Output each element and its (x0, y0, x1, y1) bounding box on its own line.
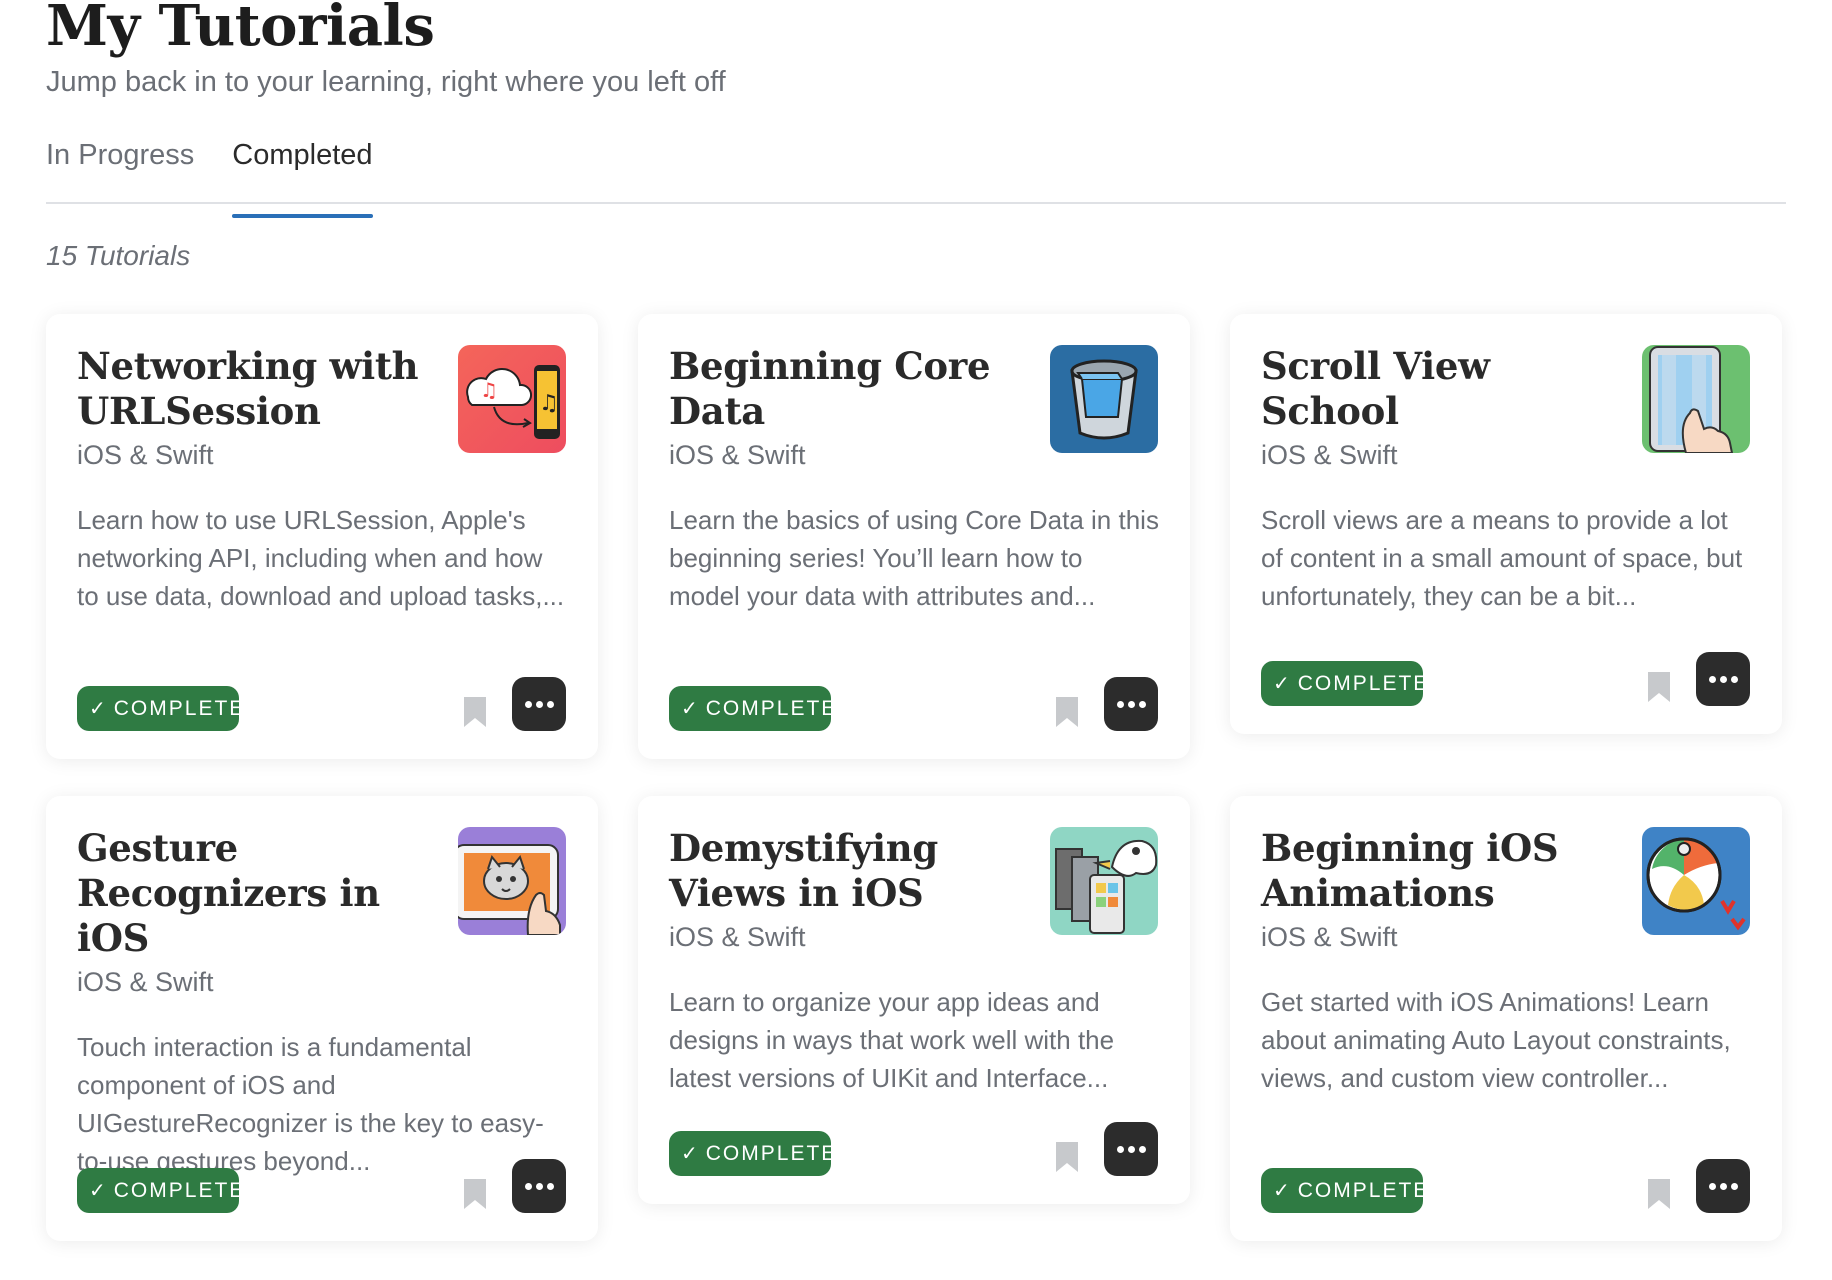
complete-label: COMPLETE (1297, 1178, 1430, 1202)
tab-completed[interactable]: Completed (232, 139, 373, 218)
complete-label: COMPLETE (1297, 671, 1430, 695)
card-title[interactable]: Beginning iOS Animations (1261, 826, 1621, 916)
card-description: Learn to organize your app ideas and des… (669, 987, 1115, 1093)
tab-bar: In Progress Completed (46, 139, 1786, 218)
bookmark-icon[interactable] (1648, 672, 1670, 702)
more-options-button[interactable] (512, 1159, 566, 1213)
tutorial-card[interactable]: Demystifying Views in iOS iOS & Swift Le… (638, 796, 1190, 1204)
more-options-button[interactable] (512, 677, 566, 731)
complete-badge: ✓ COMPLETE (669, 1131, 835, 1176)
complete-label: COMPLETE (705, 696, 838, 720)
tutorial-count: 15 Tutorials (46, 240, 191, 271)
check-icon: ✓ (1273, 673, 1290, 695)
page-subtitle: Jump back in to your learning, right whe… (46, 66, 726, 98)
card-category: iOS & Swift (77, 967, 214, 997)
page-title: My Tutorials (46, 0, 435, 59)
complete-badge: ✓ COMPLETE (77, 1168, 243, 1213)
cloud-to-phone-music-icon: ♫ ♫ (458, 345, 566, 453)
tutorial-card[interactable]: Scroll View School iOS & Swift Scroll vi… (1230, 314, 1782, 734)
bookmark-icon[interactable] (1056, 697, 1078, 727)
bookmark-icon[interactable] (1648, 1179, 1670, 1209)
card-description: Learn how to use URLSession, Apple's net… (77, 505, 565, 611)
cat-on-tablet-icon (458, 827, 566, 935)
card-footer: ✓ COMPLETE (1261, 1159, 1750, 1213)
check-icon: ✓ (89, 1180, 106, 1202)
card-footer: ✓ COMPLETE (669, 677, 1158, 731)
tutorial-card[interactable]: Networking with URLSession iOS & Swift L… (46, 314, 598, 759)
more-options-button[interactable] (1696, 1159, 1750, 1213)
tutorial-card[interactable]: Beginning Core Data iOS & Swift Learn th… (638, 314, 1190, 759)
card-title[interactable]: Demystifying Views in iOS (669, 826, 1029, 916)
bookmark-icon[interactable] (464, 1179, 486, 1209)
card-title[interactable]: Scroll View School (1261, 344, 1621, 434)
check-icon: ✓ (89, 698, 106, 720)
card-title[interactable]: Gesture Recognizers in iOS (77, 826, 437, 961)
complete-label: COMPLETE (705, 1141, 838, 1165)
complete-badge: ✓ COMPLETE (1261, 661, 1427, 706)
card-footer: ✓ COMPLETE (77, 1159, 566, 1213)
bookmark-icon[interactable] (464, 697, 486, 727)
check-icon: ✓ (681, 698, 698, 720)
more-options-button[interactable] (1104, 1122, 1158, 1176)
complete-label: COMPLETE (113, 696, 246, 720)
tutorials-page: My Tutorials Jump back in to your learni… (46, 0, 1786, 1241)
card-footer: ✓ COMPLETE (669, 1122, 1158, 1176)
card-description: Scroll views are a means to provide a lo… (1261, 505, 1743, 611)
card-description: Touch interaction is a fundamental compo… (77, 1032, 544, 1176)
card-footer: ✓ COMPLETE (77, 677, 566, 731)
tab-in-progress[interactable]: In Progress (46, 139, 194, 202)
svg-text:♫: ♫ (539, 391, 559, 416)
database-bucket-icon (1050, 345, 1158, 453)
more-options-button[interactable] (1104, 677, 1158, 731)
complete-badge: ✓ COMPLETE (77, 686, 243, 731)
card-description: Learn the basics of using Core Data in t… (669, 505, 1159, 611)
tutorial-card[interactable]: Beginning iOS Animations iOS & Swift Get… (1230, 796, 1782, 1241)
bookmark-icon[interactable] (1056, 1142, 1078, 1172)
card-title[interactable]: Beginning Core Data (669, 344, 1029, 434)
complete-badge: ✓ COMPLETE (1261, 1168, 1427, 1213)
card-footer: ✓ COMPLETE (1261, 652, 1750, 706)
scrolling-phone-hand-icon (1642, 345, 1750, 453)
svg-text:♫: ♫ (480, 378, 498, 402)
bird-with-screens-icon (1050, 827, 1158, 935)
more-options-button[interactable] (1696, 652, 1750, 706)
check-icon: ✓ (1273, 1180, 1290, 1202)
card-title[interactable]: Networking with URLSession (77, 344, 437, 434)
tutorial-card[interactable]: Gesture Recognizers in iOS iOS & Swift T… (46, 796, 598, 1241)
card-description: Get started with iOS Animations! Learn a… (1261, 987, 1731, 1093)
check-icon: ✓ (681, 1143, 698, 1165)
complete-label: COMPLETE (113, 1178, 246, 1202)
beach-ball-icon (1642, 827, 1750, 935)
complete-badge: ✓ COMPLETE (669, 686, 835, 731)
